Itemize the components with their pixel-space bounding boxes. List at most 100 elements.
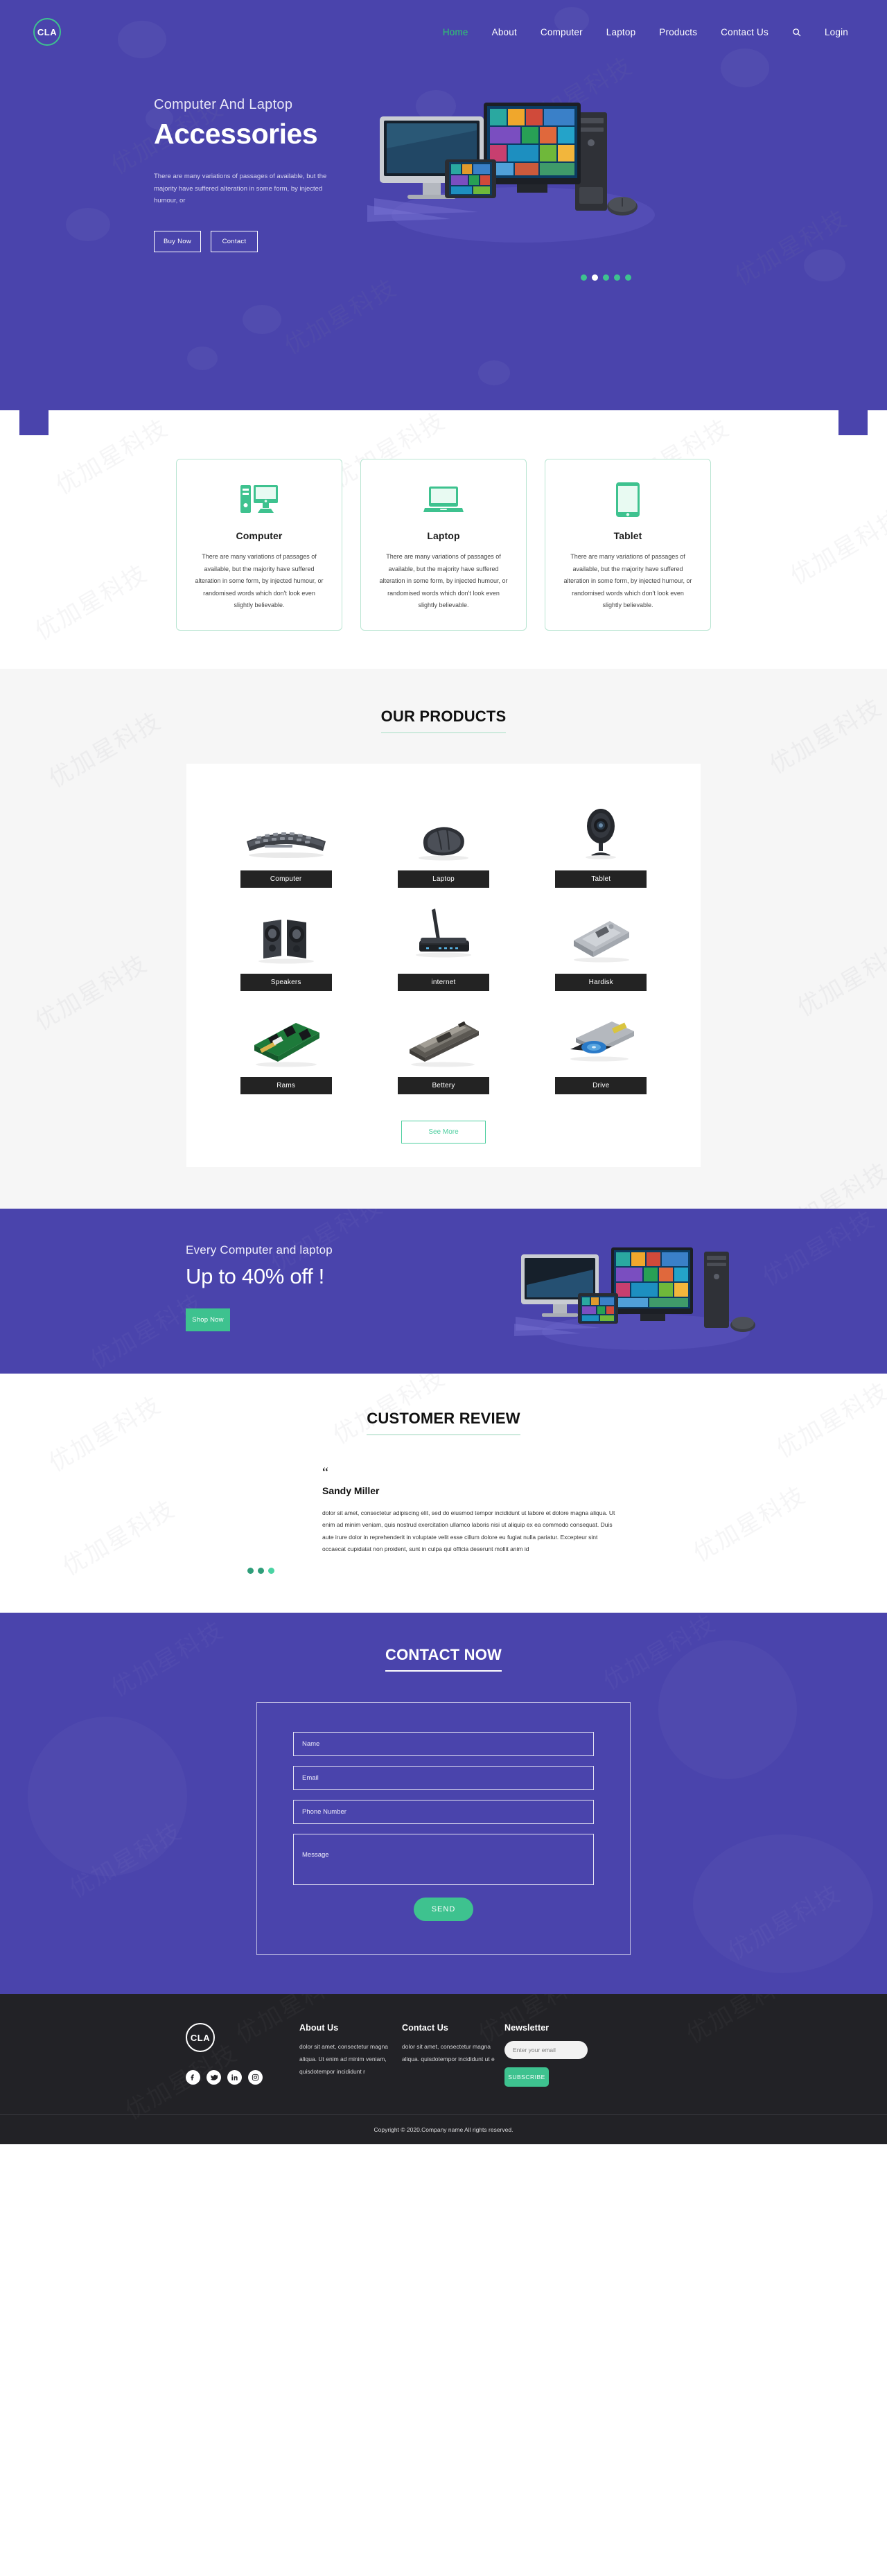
product-label[interactable]: Rams <box>240 1076 332 1094</box>
footer-newsletter-title: Newsletter <box>504 2023 550 2033</box>
promo-banner: 优加星科技 优加星科技 优加星科技 Every Computer and lap… <box>0 1208 887 1374</box>
decorative-tab-left <box>19 410 49 435</box>
carousel-dot[interactable] <box>614 274 620 281</box>
footer-brand: CLA <box>186 2023 299 2087</box>
product-label[interactable]: Tablet <box>555 870 647 888</box>
brand-logo[interactable]: CLA <box>33 18 61 46</box>
footer-logo[interactable]: CLA <box>186 2023 215 2053</box>
footer-column-about: About Us dolor sit amet, consectetur mag… <box>299 2023 402 2087</box>
quote-icon: “ <box>322 1464 328 1480</box>
hero-paragraph: There are many variations of passages of… <box>154 173 327 205</box>
subscribe-button[interactable]: SUBSCRIBE <box>504 2067 549 2087</box>
product-item[interactable]: Computer <box>207 785 365 888</box>
facebook-icon[interactable] <box>186 2070 200 2085</box>
review-section-title: CUSTOMER REVIEW <box>0 1410 887 1435</box>
hero-carousel-dots[interactable] <box>581 274 631 281</box>
laptop-battery-photo <box>365 1001 522 1069</box>
carousel-dot[interactable] <box>603 274 609 281</box>
carousel-dot-active[interactable] <box>268 1568 274 1575</box>
product-item[interactable]: Laptop <box>365 785 522 888</box>
carousel-dot[interactable] <box>247 1568 254 1575</box>
promo-small-title: Every Computer and laptop <box>186 1243 333 1256</box>
promo-big-title: Up to 40% off ! <box>186 1263 324 1288</box>
hero-section: 优加星科技 优加星科技 优加星科技 优加星科技 CLA Home About C… <box>0 0 887 410</box>
name-input[interactable] <box>293 1732 594 1757</box>
product-item[interactable]: Drive <box>522 991 680 1094</box>
desktop-computer-icon <box>193 480 325 519</box>
carousel-dot-active[interactable] <box>592 274 598 281</box>
nav-item-computer[interactable]: Computer <box>541 27 583 37</box>
carousel-dot[interactable] <box>581 274 587 281</box>
main-navigation: CLA Home About Computer Laptop Products … <box>0 0 887 49</box>
shop-now-button[interactable]: Shop Now <box>186 1308 230 1331</box>
review-author: Sandy Miller <box>322 1484 380 1496</box>
contact-title-text: CONTACT NOW <box>385 1646 502 1672</box>
product-label[interactable]: internet <box>397 973 489 991</box>
phone-input[interactable] <box>293 1800 594 1825</box>
hero-title: Accessories <box>154 118 318 150</box>
product-label[interactable]: Hardisk <box>555 973 647 991</box>
product-label[interactable]: Bettery <box>397 1076 489 1094</box>
linkedin-icon[interactable] <box>227 2070 242 2085</box>
nav-item-login[interactable]: Login <box>825 27 848 37</box>
nav-item-contact-us[interactable]: Contact Us <box>721 27 769 37</box>
product-item[interactable]: Tablet <box>522 785 680 888</box>
product-item[interactable]: internet <box>365 888 522 991</box>
carousel-dot[interactable] <box>625 274 631 281</box>
email-input[interactable] <box>293 1766 594 1791</box>
speakers-photo <box>207 897 365 965</box>
watermark: 优加星科技 <box>772 1158 887 1209</box>
search-icon[interactable] <box>792 28 801 37</box>
twitter-icon[interactable] <box>207 2070 221 2085</box>
watermark: 优加星科技 <box>58 1496 180 1581</box>
watermark: 优加星科技 <box>30 950 152 1035</box>
buy-now-button[interactable]: Buy Now <box>154 230 201 252</box>
feature-card-laptop[interactable]: Laptop There are many variations of pass… <box>360 459 527 631</box>
watermark: 优加星科技 <box>765 694 887 779</box>
landing-page: 优加星科技 优加星科技 优加星科技 优加星科技 CLA Home About C… <box>0 0 887 2145</box>
product-label[interactable]: Laptop <box>397 870 489 888</box>
review-title-text: CUSTOMER REVIEW <box>367 1410 520 1435</box>
product-label[interactable]: Speakers <box>240 973 332 991</box>
brand-logo-text: CLA <box>37 26 58 37</box>
contact-button[interactable]: Contact <box>211 230 258 252</box>
products-panel: Computer Laptop Tablet Speakers internet… <box>186 763 701 1167</box>
nav-links: Home About Computer Laptop Products Cont… <box>443 27 848 37</box>
products-grid: Computer Laptop Tablet Speakers internet… <box>207 785 680 1094</box>
laptop-icon <box>378 480 509 519</box>
feature-card-text: There are many variations of passages of… <box>563 553 692 609</box>
hero-copy: Computer And Laptop Accessories There ar… <box>0 97 367 252</box>
optical-drive-photo <box>522 1001 680 1069</box>
feature-card-title: Laptop <box>427 530 460 541</box>
see-more-button[interactable]: See More <box>401 1120 486 1144</box>
tablet-icon <box>562 480 694 519</box>
footer-contact-text: dolor sit amet, consectetur magna aliqua… <box>402 2043 495 2063</box>
feature-card-title: Tablet <box>613 530 642 541</box>
product-item[interactable]: Speakers <box>207 888 365 991</box>
product-label[interactable]: Computer <box>240 870 332 888</box>
newsletter-email-input[interactable] <box>504 2041 588 2060</box>
review-carousel-dots[interactable] <box>247 1568 701 1575</box>
mouse-photo <box>365 794 522 862</box>
send-button[interactable]: SEND <box>414 1898 473 1922</box>
nav-item-laptop[interactable]: Laptop <box>606 27 636 37</box>
nav-item-about[interactable]: About <box>492 27 517 37</box>
product-item[interactable]: Bettery <box>365 991 522 1094</box>
nav-item-products[interactable]: Products <box>659 27 697 37</box>
feature-card-computer[interactable]: Computer There are many variations of pa… <box>176 459 342 631</box>
message-textarea[interactable] <box>293 1834 594 1886</box>
product-label[interactable]: Drive <box>555 1076 647 1094</box>
nav-item-home[interactable]: Home <box>443 27 468 37</box>
products-title-text: OUR PRODUCTS <box>380 708 507 733</box>
feature-card-title: Computer <box>236 530 283 541</box>
watermark: 优加星科技 <box>280 274 402 360</box>
footer-logo-text: CLA <box>190 2032 211 2043</box>
carousel-dot[interactable] <box>258 1568 264 1575</box>
footer-contact-title: Contact Us <box>402 2023 448 2033</box>
instagram-icon[interactable] <box>248 2070 263 2085</box>
feature-card-tablet[interactable]: Tablet There are many variations of pass… <box>545 459 711 631</box>
hard-drive-photo <box>522 897 680 965</box>
product-item[interactable]: Rams <box>207 991 365 1094</box>
watermark: 优加星科技 <box>793 936 887 1022</box>
feature-card-text: There are many variations of passages of… <box>379 553 508 609</box>
